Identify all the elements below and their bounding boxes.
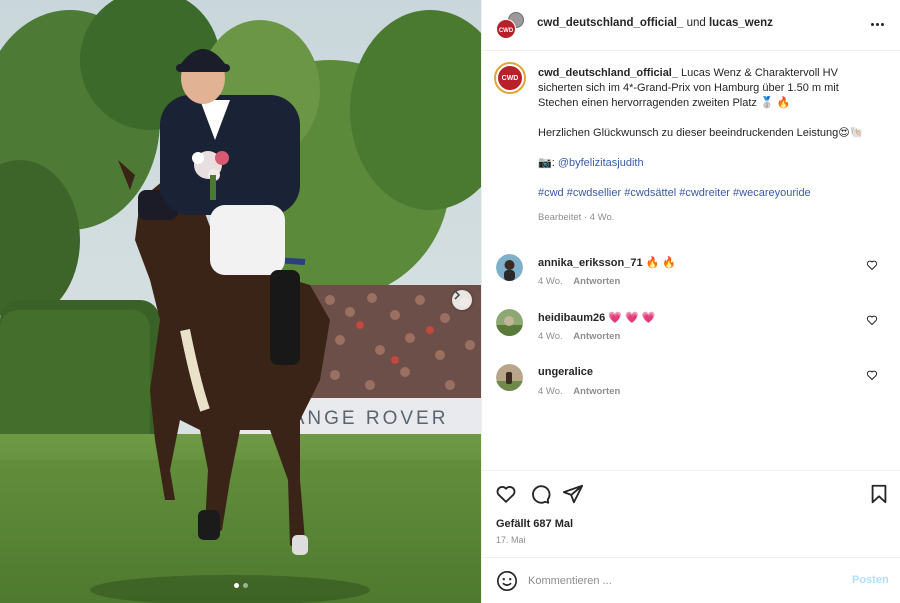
caption-username[interactable]: cwd_deutschland_official_ [538,67,678,79]
likes-count[interactable]: Gefällt 687 Mal [496,518,573,530]
comment-item: annika_eriksson_71 🔥 🔥 4 Wo. Antworten [496,254,891,290]
comment-username[interactable]: heidibaum26 [538,312,605,324]
carousel-dot-active [233,583,239,588]
reply-button[interactable]: Antworten [573,386,620,397]
caption-avatar[interactable]: CWD [494,62,526,94]
smiley-icon[interactable] [496,570,518,592]
chevron-right-icon [454,290,461,300]
carousel-indicator [0,583,481,588]
author-username[interactable]: cwd_deutschland_official_ [537,17,683,29]
comment-text: 🔥 🔥 [645,257,677,269]
reply-button[interactable]: Antworten [573,331,620,342]
next-slide-button[interactable] [452,290,472,310]
comment-avatar[interactable] [496,364,523,391]
comment-icon[interactable] [529,483,551,505]
reply-button[interactable]: Antworten [573,276,620,287]
hashtags[interactable]: #cwd #cwdsellier #cwdsättel #cwdreiter #… [538,186,878,201]
comment-age: 4 Wo. [538,386,563,397]
post-header: CWD cwd_deutschland_official_ und lucas_… [482,0,900,51]
camera-emoji: 📷: [538,157,555,169]
comment-item: ungeralice 4 Wo. Antworten [496,364,891,400]
comment-input[interactable] [528,571,828,591]
caption-congrats: Herzlichen Glückwunsch zu dieser beeindr… [538,127,864,139]
heart-icon[interactable] [495,483,517,505]
bookmark-icon[interactable] [868,483,890,505]
comment-age: 4 Wo. [538,331,563,342]
comment-item: heidibaum26 💗 💗 💗 4 Wo. Antworten [496,309,891,345]
comment-age: 4 Wo. [538,276,563,287]
coauthor-username[interactable]: lucas_wenz [709,17,773,29]
post-photo: RANGE ROVER [0,0,481,603]
comment-like-icon[interactable] [866,314,878,326]
cwd-logo: CWD [498,66,522,90]
add-comment-bar: Posten [482,557,900,603]
comment-avatar[interactable] [496,309,523,336]
photo-credit-link[interactable]: @byfelizitasjudith [558,157,644,169]
post-details-panel: CWD cwd_deutschland_official_ und lucas_… [481,0,900,603]
svg-text:CWD: CWD [499,28,514,34]
comment-username[interactable]: annika_eriksson_71 [538,257,643,269]
share-icon[interactable] [562,483,584,505]
header-usernames: cwd_deutschland_official_ und lucas_wenz [537,17,773,29]
post-media[interactable]: RANGE ROVER [0,0,481,603]
edited-meta: Bearbeitet · 4 Wo. [538,212,615,223]
collab-avatar[interactable]: CWD [495,11,525,41]
header-connector: und [686,17,706,29]
more-horizontal-icon [870,22,874,26]
post-actions: Gefällt 687 Mal 17. Mai [482,470,900,557]
comment-username[interactable]: ungeralice [538,366,593,378]
comment-text: 💗 💗 💗 [608,312,656,324]
post-date[interactable]: 17. Mai [496,535,526,545]
post-comment-button[interactable]: Posten [852,574,889,586]
comment-like-icon[interactable] [866,259,878,271]
comment-avatar[interactable] [496,254,523,281]
carousel-dot [242,583,248,588]
more-options-button[interactable] [867,16,887,32]
comment-like-icon[interactable] [866,369,878,381]
